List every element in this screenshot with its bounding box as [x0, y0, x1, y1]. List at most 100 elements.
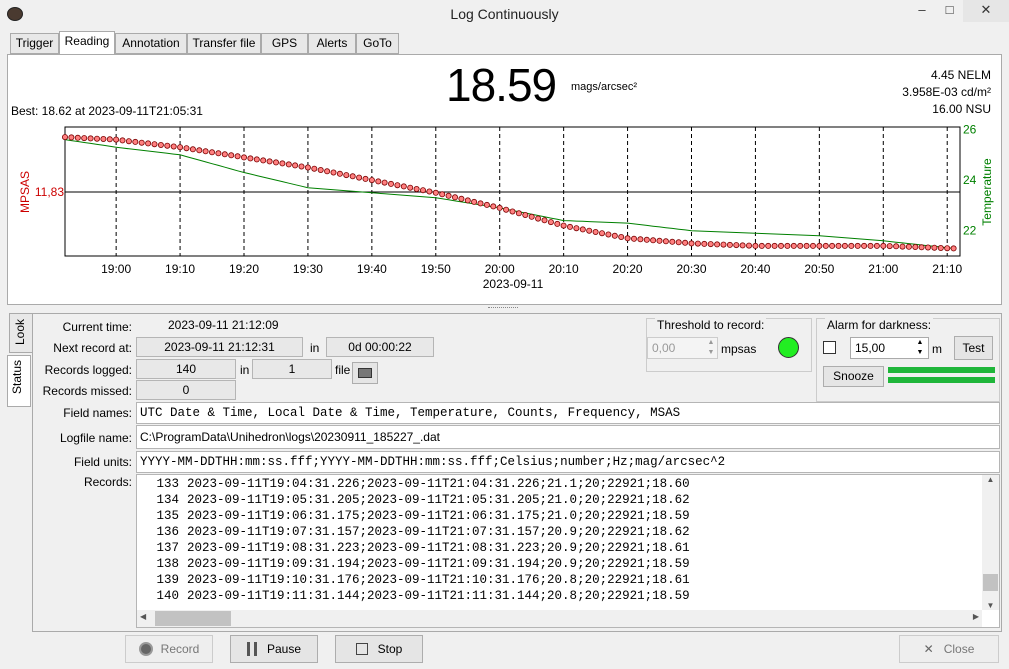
mpsas-point — [208, 149, 215, 156]
records-hscrollbar[interactable]: ◀ ▶ — [137, 610, 982, 627]
mpsas-point — [157, 141, 164, 148]
minimize-button[interactable]: – — [908, 0, 936, 22]
mpsas-point — [905, 243, 912, 250]
mpsas-point — [912, 244, 919, 251]
mpsas-point — [151, 141, 158, 148]
tab-transfer-file[interactable]: Transfer file — [187, 33, 261, 54]
mpsas-point — [528, 213, 535, 220]
alarm-checkbox[interactable] — [823, 341, 836, 354]
mpsas-point — [407, 184, 414, 191]
record-button[interactable]: Record — [125, 635, 213, 663]
scroll-left-icon[interactable]: ◀ — [140, 612, 146, 621]
files-in-label: in — [240, 363, 250, 377]
pause-button[interactable]: Pause — [230, 635, 318, 663]
mpsas-point — [797, 242, 804, 249]
mpsas-point — [873, 242, 880, 249]
open-folder-button[interactable] — [352, 362, 378, 384]
x-tick-label: 20:50 — [804, 262, 834, 276]
side-tab-look[interactable]: Look — [9, 313, 33, 353]
threshold-unit: mpsas — [721, 342, 757, 356]
mpsas-point — [138, 139, 145, 146]
record-text: 2023-09-11T19:04:31.226;2023-09-11T21:04… — [187, 477, 690, 491]
record-row[interactable]: 133 2023-09-11T19:04:31.226;2023-09-11T21… — [137, 476, 999, 492]
vscroll-thumb[interactable] — [983, 574, 998, 591]
mpsas-point — [861, 242, 868, 249]
hscroll-thumb[interactable] — [155, 611, 231, 626]
mpsas-point — [631, 235, 638, 242]
record-row[interactable]: 140 2023-09-11T19:11:31.144;2023-09-11T21… — [137, 588, 999, 604]
record-row[interactable]: 138 2023-09-11T19:09:31.194;2023-09-11T21… — [137, 556, 999, 572]
mpsas-point — [682, 239, 689, 246]
mpsas-point — [778, 242, 785, 249]
reading-chart: 19:00 19:10 19:20 19:30 19:40 19:50 20:00 20:10… — [18, 123, 994, 291]
mpsas-point — [215, 150, 222, 157]
mpsas-point — [771, 242, 778, 249]
mpsas-point — [260, 157, 267, 164]
records-vscrollbar[interactable]: ▲ ▼ — [982, 475, 999, 610]
tab-trigger[interactable]: Trigger — [10, 33, 59, 54]
mpsas-point — [650, 237, 657, 244]
tab-reading[interactable]: Reading — [59, 31, 115, 55]
mpsas-point — [579, 226, 586, 233]
record-row[interactable]: 136 2023-09-11T19:07:31.157;2023-09-11T21… — [137, 524, 999, 540]
mpsas-point — [419, 187, 426, 194]
mpsas-point — [707, 241, 714, 248]
x-tick-label: 20:10 — [549, 262, 579, 276]
tab-alerts[interactable]: Alerts — [308, 33, 356, 54]
mpsas-point — [349, 173, 356, 180]
record-row[interactable]: 134 2023-09-11T19:05:31.205;2023-09-11T21… — [137, 492, 999, 508]
stop-button[interactable]: Stop — [335, 635, 423, 663]
logfile-label: Logfile name: — [59, 431, 132, 445]
mpsas-point — [554, 220, 561, 227]
scroll-down-icon[interactable]: ▼ — [982, 601, 999, 610]
snooze-button[interactable]: Snooze — [823, 366, 884, 387]
scroll-up-icon[interactable]: ▲ — [982, 475, 999, 484]
field-names-value[interactable]: UTC Date & Time, Local Date & Time, Temp… — [136, 402, 1000, 424]
mpsas-point — [643, 236, 650, 243]
maximize-button[interactable]: □ — [936, 0, 963, 22]
record-number: 140 — [156, 589, 179, 603]
records-list[interactable]: 133 2023-09-11T19:04:31.226;2023-09-11T21… — [136, 474, 1000, 628]
scroll-right-icon[interactable]: ▶ — [973, 612, 979, 621]
alarm-title: Alarm for darkness: — [825, 318, 934, 332]
mpsas-point — [503, 206, 510, 213]
mpsas-point — [311, 165, 318, 172]
close-button[interactable]: ✕ Close — [899, 635, 999, 663]
threshold-spinner[interactable]: ▲ ▼ — [705, 338, 717, 358]
record-number: 134 — [156, 493, 179, 507]
mpsas-point — [599, 230, 606, 237]
stop-icon — [355, 643, 368, 655]
alarm-unit: m — [932, 342, 942, 356]
splitter-handle[interactable] — [488, 307, 518, 310]
mpsas-point — [170, 143, 177, 150]
record-row[interactable]: 137 2023-09-11T19:08:31.223;2023-09-11T21… — [137, 540, 999, 556]
records-logged-value: 140 — [136, 359, 236, 379]
mpsas-point — [816, 242, 823, 249]
record-text: 2023-09-11T19:06:31.175;2023-09-11T21:06… — [187, 509, 690, 523]
right-axis-ticks: 26 24 22 — [963, 123, 977, 238]
mpsas-point — [94, 135, 101, 142]
record-icon — [138, 642, 153, 656]
side-tab-status[interactable]: Status — [7, 355, 31, 407]
mpsas-point — [694, 240, 701, 247]
mpsas-point — [272, 159, 279, 166]
alarm-test-button[interactable]: Test — [954, 336, 993, 360]
mpsas-point — [221, 151, 228, 158]
mpsas-point — [202, 148, 209, 155]
field-units-value[interactable]: YYYY-MM-DDTHH:mm:ss.fff;YYYY-MM-DDTHH:mm… — [136, 451, 1000, 473]
next-in-label: in — [310, 341, 320, 355]
tab-goto[interactable]: GoTo — [356, 33, 399, 54]
tab-annotation[interactable]: Annotation — [115, 33, 187, 54]
record-row[interactable]: 139 2023-09-11T19:10:31.176;2023-09-11T21… — [137, 572, 999, 588]
logfile-value[interactable]: C:\ProgramData\Unihedron\logs\20230911_1… — [136, 425, 1000, 449]
close-window-button[interactable]: ✕ — [963, 0, 1009, 22]
mpsas-point — [854, 242, 861, 249]
mpsas-point — [784, 242, 791, 249]
x-tick-label: 19:50 — [421, 262, 451, 276]
mpsas-point — [675, 239, 682, 246]
record-row[interactable]: 135 2023-09-11T19:06:31.175;2023-09-11T21… — [137, 508, 999, 524]
mpsas-point — [324, 168, 331, 175]
mpsas-point — [573, 225, 580, 232]
tab-gps[interactable]: GPS — [261, 33, 308, 54]
alarm-spinner[interactable]: ▲ ▼ — [914, 338, 926, 358]
